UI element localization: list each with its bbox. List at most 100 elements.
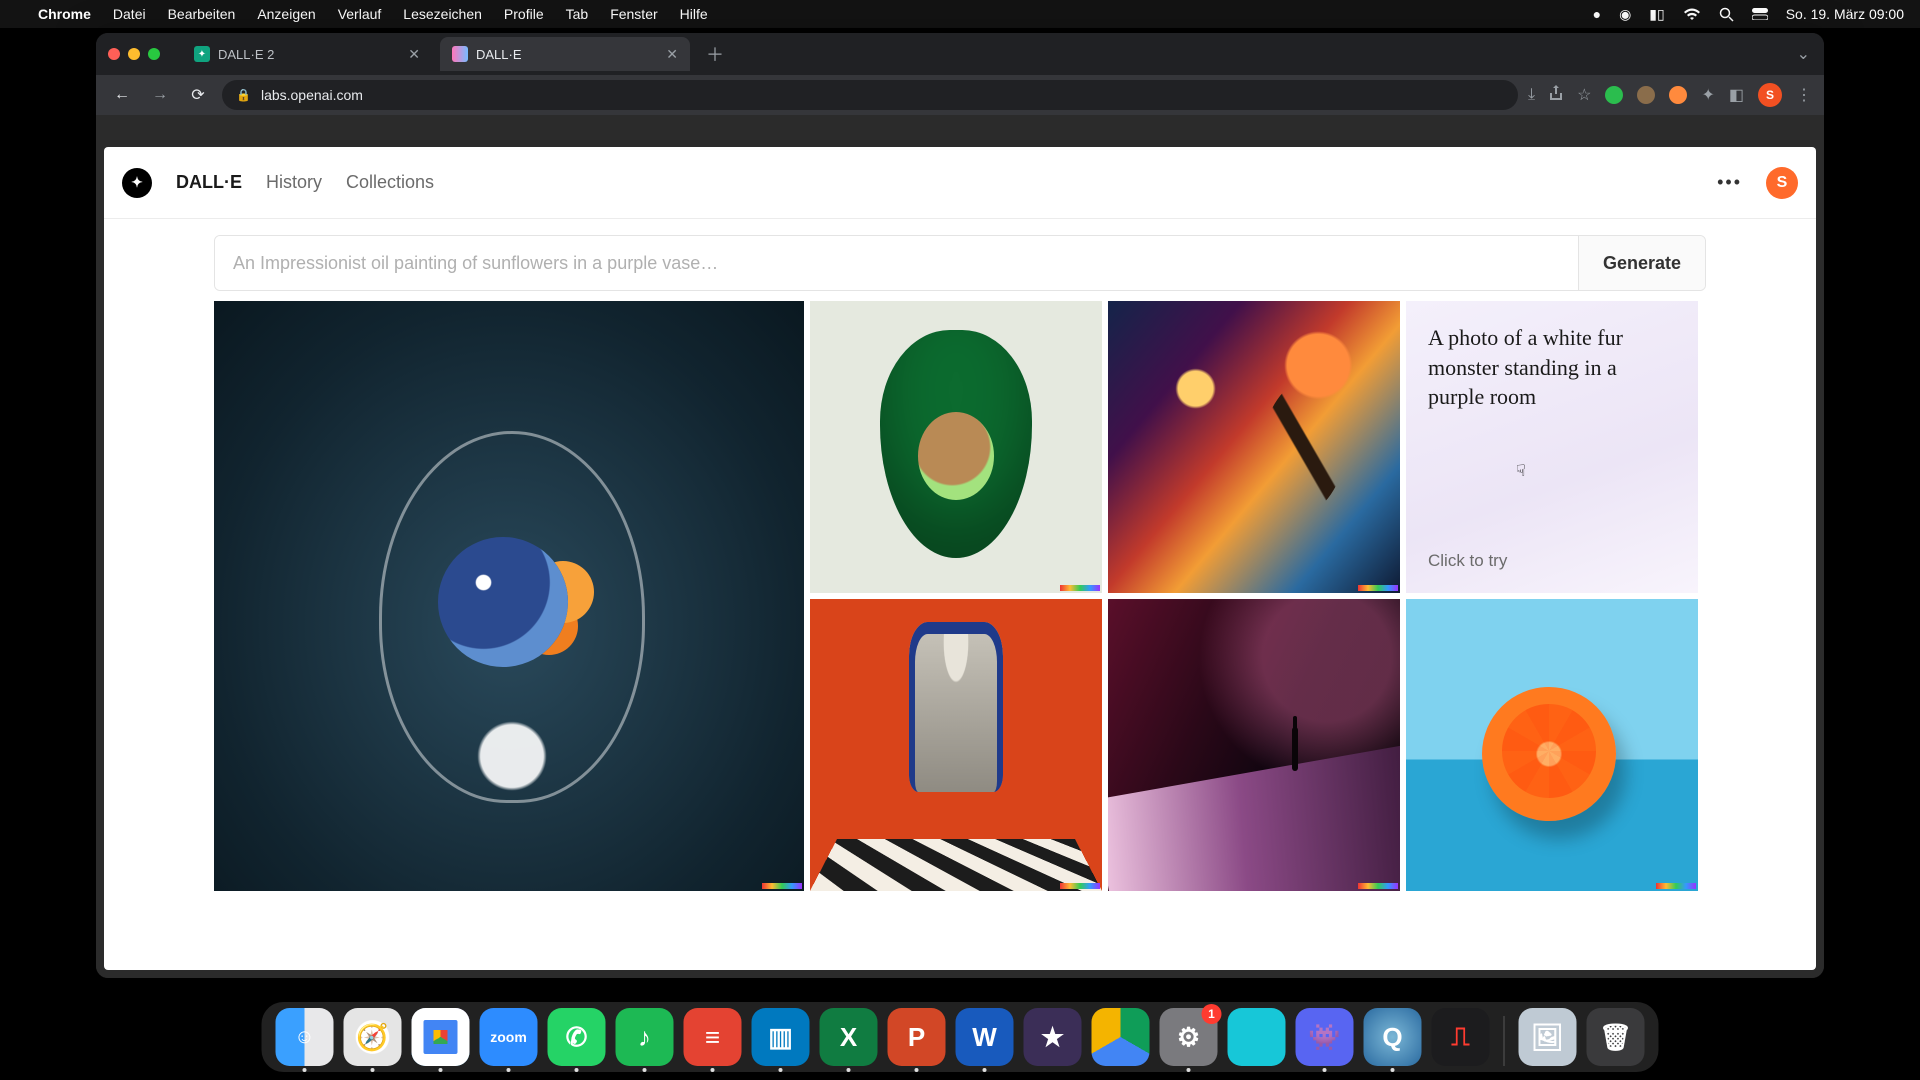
dock-word[interactable]: W: [956, 1008, 1014, 1066]
user-avatar[interactable]: S: [1766, 167, 1798, 199]
prompt-bar: Generate: [214, 235, 1706, 291]
browser-toolbar: ← → ⟳ 🔒 labs.openai.com ⤓ ☆ ✦ ◧ S ⋮: [96, 75, 1824, 115]
dock-excel[interactable]: X: [820, 1008, 878, 1066]
dock-preview[interactable]: 🖼: [1519, 1008, 1577, 1066]
dock-zoom[interactable]: zoom: [480, 1008, 538, 1066]
dalle-page: ✦ DALL·E History Collections ••• S Gener…: [104, 147, 1816, 970]
page-more-icon[interactable]: •••: [1717, 172, 1742, 193]
dock-quicktime[interactable]: Q: [1364, 1008, 1422, 1066]
extension-shield-icon[interactable]: [1605, 86, 1623, 104]
dock-whatsapp[interactable]: ✆: [548, 1008, 606, 1066]
tab-close-icon[interactable]: ✕: [408, 46, 420, 63]
nav-history[interactable]: History: [266, 172, 322, 193]
tab-title: DALL·E 2: [218, 47, 274, 62]
dock-app-cyan[interactable]: [1228, 1008, 1286, 1066]
profile-avatar[interactable]: S: [1758, 83, 1782, 107]
palette-strip-icon: [1656, 883, 1696, 889]
suggestion-card[interactable]: A photo of a white fur monster standing …: [1406, 301, 1698, 593]
openai-logo-icon[interactable]: ✦: [122, 168, 152, 198]
window-zoom-icon[interactable]: [148, 48, 160, 60]
gallery-tile-robot-chess[interactable]: [810, 599, 1102, 891]
install-app-icon[interactable]: ⤓: [1528, 86, 1535, 104]
battery-icon[interactable]: ▮▯: [1649, 6, 1664, 23]
page-header: ✦ DALL·E History Collections ••• S: [104, 147, 1816, 219]
menubar-clock[interactable]: So. 19. März 09:00: [1786, 6, 1904, 22]
sidepanel-icon[interactable]: ◧: [1729, 85, 1744, 105]
nav-forward-button[interactable]: →: [146, 81, 174, 109]
lock-icon: 🔒: [236, 88, 251, 102]
menubar-app-name[interactable]: Chrome: [38, 6, 91, 22]
palette-strip-icon: [1060, 883, 1100, 889]
dock-todoist[interactable]: ≡: [684, 1008, 742, 1066]
palette-strip-icon: [1060, 585, 1100, 591]
dock-trello[interactable]: ▥: [752, 1008, 810, 1066]
gallery-tile-fishbowl[interactable]: [214, 301, 804, 891]
dock-finder[interactable]: ☺: [276, 1008, 334, 1066]
nav-reload-button[interactable]: ⟳: [184, 81, 212, 109]
suggestion-text: A photo of a white fur monster standing …: [1428, 323, 1676, 412]
dock-drive[interactable]: [1092, 1008, 1150, 1066]
dock-voice-memos[interactable]: ⎍: [1432, 1008, 1490, 1066]
menu-lesezeichen[interactable]: Lesezeichen: [403, 6, 482, 22]
control-center-icon[interactable]: [1752, 8, 1768, 20]
menu-profile[interactable]: Profile: [504, 6, 544, 22]
dock-trash[interactable]: 🗑: [1587, 1008, 1645, 1066]
dock-spotify[interactable]: ♪: [616, 1008, 674, 1066]
generate-button[interactable]: Generate: [1578, 236, 1705, 290]
gallery-tile-orange[interactable]: [1406, 599, 1698, 891]
settings-badge: 1: [1202, 1004, 1222, 1024]
nav-back-button[interactable]: ←: [108, 81, 136, 109]
tab-favicon-icon: ✦: [194, 46, 210, 62]
page-viewport: ✦ DALL·E History Collections ••• S Gener…: [96, 115, 1824, 978]
palette-strip-icon: [762, 883, 802, 889]
menu-verlauf[interactable]: Verlauf: [338, 6, 382, 22]
menu-datei[interactable]: Datei: [113, 6, 146, 22]
extension-icon[interactable]: [1669, 86, 1687, 104]
wifi-icon[interactable]: [1683, 8, 1701, 21]
suggestion-cta: Click to try: [1428, 551, 1676, 571]
generate-label: Generate: [1603, 253, 1681, 274]
dock-discord[interactable]: 👾: [1296, 1008, 1354, 1066]
share-icon[interactable]: [1549, 85, 1563, 106]
pointer-cursor-icon: ☟: [1516, 461, 1526, 481]
new-tab-button[interactable]: ＋: [698, 41, 732, 67]
prompt-input[interactable]: [215, 236, 1578, 290]
macos-dock: ☺ 🧭 zoom ✆ ♪ ≡ ▥ X P W ★ ⚙1 👾 Q ⎍ 🖼 🗑: [262, 1002, 1659, 1072]
bookmark-star-icon[interactable]: ☆: [1577, 85, 1591, 105]
menu-bearbeiten[interactable]: Bearbeiten: [168, 6, 236, 22]
gallery-tile-dunes[interactable]: [1108, 599, 1400, 891]
extension-icon[interactable]: [1637, 86, 1655, 104]
tabs-overflow-icon[interactable]: ⌄: [1797, 44, 1810, 64]
tab-favicon-icon: [452, 46, 468, 62]
menu-fenster[interactable]: Fenster: [610, 6, 657, 22]
nav-dalle[interactable]: DALL·E: [176, 172, 242, 193]
dock-powerpoint[interactable]: P: [888, 1008, 946, 1066]
url-text: labs.openai.com: [261, 87, 363, 103]
nav-collections[interactable]: Collections: [346, 172, 434, 193]
address-bar[interactable]: 🔒 labs.openai.com: [222, 80, 1518, 110]
chrome-menu-icon[interactable]: ⋮: [1796, 85, 1812, 105]
dock-imovie[interactable]: ★: [1024, 1008, 1082, 1066]
screen-record-icon[interactable]: ◉: [1619, 6, 1631, 23]
menu-anzeigen[interactable]: Anzeigen: [257, 6, 315, 22]
window-close-icon[interactable]: [108, 48, 120, 60]
tab-title: DALL·E: [476, 47, 522, 62]
macos-menubar: Chrome Datei Bearbeiten Anzeigen Verlauf…: [0, 0, 1920, 28]
dock-safari[interactable]: 🧭: [344, 1008, 402, 1066]
extensions-puzzle-icon[interactable]: ✦: [1701, 85, 1714, 105]
tab-dalle[interactable]: DALL·E ✕: [440, 37, 690, 71]
record-status-icon[interactable]: ●: [1593, 6, 1601, 22]
palette-strip-icon: [1358, 883, 1398, 889]
tab-dalle2[interactable]: ✦ DALL·E 2 ✕: [182, 37, 432, 71]
window-minimize-icon[interactable]: [128, 48, 140, 60]
menu-tab[interactable]: Tab: [566, 6, 589, 22]
gallery-tile-nebula-dunk[interactable]: [1108, 301, 1400, 593]
menu-hilfe[interactable]: Hilfe: [680, 6, 708, 22]
dock-settings[interactable]: ⚙1: [1160, 1008, 1218, 1066]
chrome-window: ✦ DALL·E 2 ✕ DALL·E ✕ ＋ ⌄ ← → ⟳ 🔒 labs.o…: [96, 33, 1824, 978]
tab-strip: ✦ DALL·E 2 ✕ DALL·E ✕ ＋ ⌄: [96, 33, 1824, 75]
gallery-tile-avocado-chair[interactable]: [810, 301, 1102, 593]
tab-close-icon[interactable]: ✕: [666, 46, 678, 63]
dock-chrome[interactable]: [412, 1008, 470, 1066]
spotlight-icon[interactable]: [1719, 7, 1734, 22]
